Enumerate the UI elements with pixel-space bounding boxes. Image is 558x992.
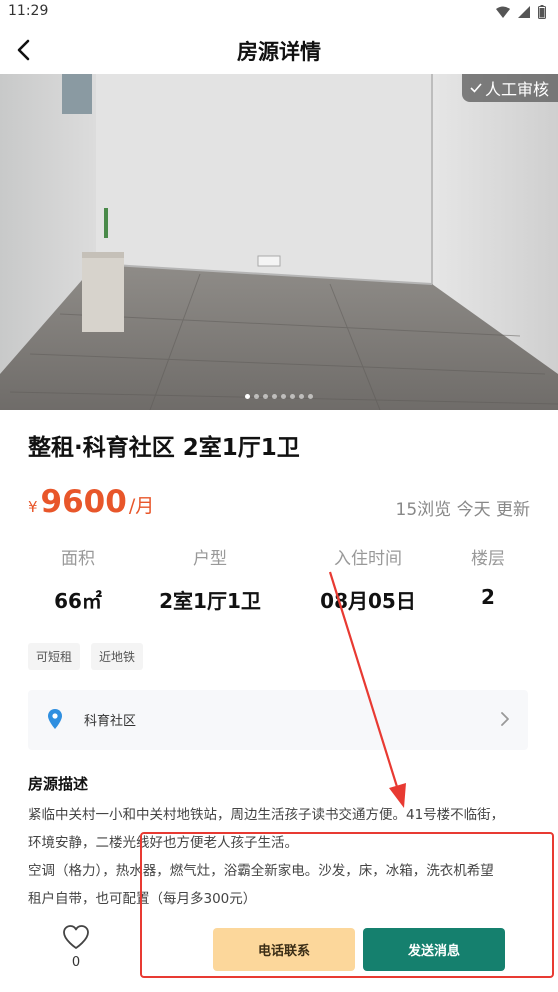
location-name: 科育社区	[84, 714, 137, 729]
spec-value: 66㎡	[54, 589, 102, 613]
status-time: 11:29	[8, 3, 49, 19]
wifi-icon	[496, 6, 510, 18]
description-title: 房源描述	[28, 775, 89, 793]
price-unit: /月	[128, 495, 155, 517]
description-text: 紧临中关村一小和中关村地铁站，周边生活孩子读书交通方便。41号楼不临街， 环境安…	[28, 801, 536, 913]
spec-label: 楼层	[471, 549, 505, 569]
spec-label: 入住时间	[334, 549, 402, 569]
listing-title: 整租·科育社区 2室1厅1卫	[28, 435, 300, 461]
header: 房源详情	[0, 26, 558, 74]
review-badge-label: 人工审核	[484, 80, 549, 99]
spec-value: 08月05日	[320, 589, 416, 613]
view-stats: 15浏览 今天 更新	[395, 500, 530, 520]
carousel-dot[interactable]	[245, 394, 250, 399]
send-message-button[interactable]: 发送消息	[363, 928, 505, 971]
chevron-right-icon	[501, 712, 509, 726]
carousel-dot[interactable]	[299, 394, 304, 399]
photo-carousel[interactable]: 人工审核	[0, 74, 558, 410]
tag-list: 可短租 近地铁	[28, 643, 144, 670]
carousel-dot[interactable]	[290, 394, 295, 399]
spec-value: 2	[481, 585, 495, 609]
spec-label: 面积	[61, 549, 95, 569]
carousel-dots	[0, 394, 558, 399]
carousel-dot[interactable]	[272, 394, 277, 399]
tag-short-term: 可短租	[28, 643, 81, 670]
description-line: 紧临中关村一小和中关村地铁站，周边生活孩子读书交通方便。41号楼不临街，	[28, 807, 505, 823]
bottom-action-bar: 0 电话联系 发送消息	[0, 910, 558, 992]
spec-grid: 面积 66㎡ 户型 2室1厅1卫 入住时间 08月05日 楼层 2	[0, 546, 558, 616]
room-photo	[0, 74, 558, 410]
battery-icon	[538, 5, 546, 19]
carousel-dot[interactable]	[254, 394, 259, 399]
review-badge: 人工审核	[461, 74, 558, 102]
spec-layout: 户型 2室1厅1卫	[140, 546, 280, 614]
carousel-dot[interactable]	[281, 394, 286, 399]
signal-icon	[518, 6, 530, 18]
description-line: 环境安静，二楼光线好也方便老人孩子生活。	[28, 835, 298, 851]
favorite-button[interactable]: 0	[58, 924, 94, 970]
description-line: 空调（格力），热水器，燃气灶，浴霸全新家电。沙发，床，冰箱，洗衣机希望	[28, 863, 494, 879]
status-bar: 11:29	[0, 0, 558, 24]
spec-value: 2室1厅1卫	[159, 589, 261, 613]
spec-label: 户型	[193, 549, 227, 569]
description-line: 租户自带，也可配置（每月多300元）	[28, 891, 257, 907]
status-icons	[496, 4, 546, 20]
price: ¥ 9600 /月	[28, 484, 154, 520]
price-value: 9600	[40, 484, 127, 520]
carousel-dot[interactable]	[263, 394, 268, 399]
phone-contact-button[interactable]: 电话联系	[213, 928, 355, 971]
carousel-dot[interactable]	[308, 394, 313, 399]
location-pin-icon	[48, 709, 62, 729]
check-icon	[470, 83, 482, 93]
heart-icon	[63, 925, 89, 949]
location-card[interactable]: 科育社区	[28, 690, 528, 750]
price-symbol: ¥	[28, 498, 38, 516]
page-title: 房源详情	[237, 40, 321, 64]
favorite-count: 0	[71, 955, 81, 970]
spec-floor: 楼层 2	[448, 546, 528, 609]
tag-near-subway: 近地铁	[91, 643, 144, 670]
spec-area: 面积 66㎡	[28, 546, 128, 614]
spec-move-in: 入住时间 08月05日	[300, 546, 436, 614]
